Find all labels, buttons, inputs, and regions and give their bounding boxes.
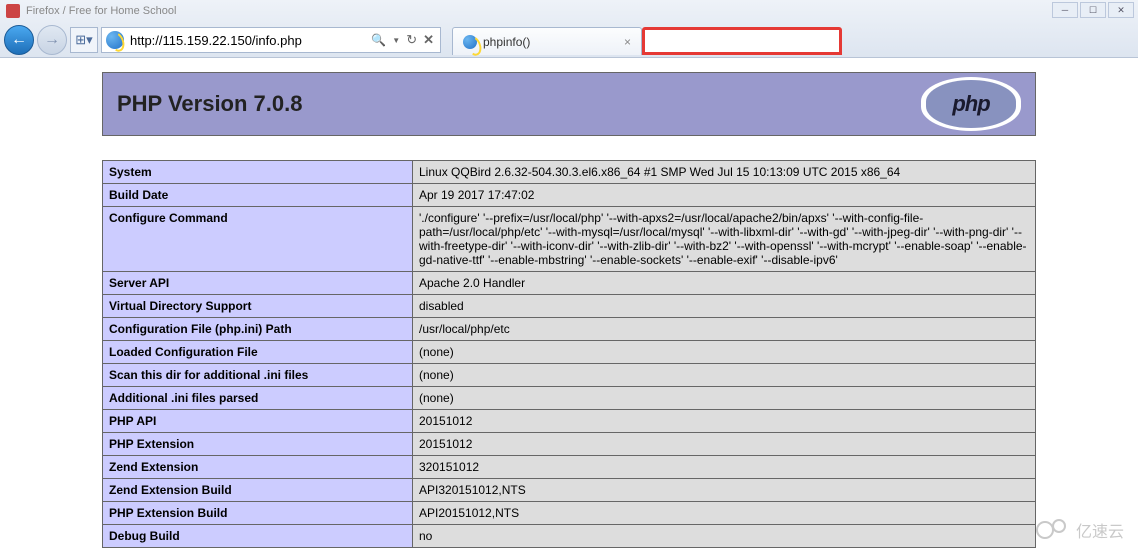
table-value: Linux QQBird 2.6.32-504.30.3.el6.x86_64 … [413, 161, 1036, 184]
table-row: Server APIApache 2.0 Handler [103, 272, 1036, 295]
tab-title: phpinfo() [483, 35, 618, 49]
table-key: Loaded Configuration File [103, 341, 413, 364]
table-key: Build Date [103, 184, 413, 207]
address-bar[interactable]: 🔍 ▼ ↻ ✕ [101, 27, 441, 53]
table-value: API20151012,NTS [413, 502, 1036, 525]
table-row: Additional .ini files parsed(none) [103, 387, 1036, 410]
php-logo: php [921, 77, 1021, 131]
table-row: Debug Buildno [103, 525, 1036, 548]
search-icon[interactable]: 🔍 [371, 33, 386, 47]
url-dropdown-icon[interactable]: ▼ [392, 36, 400, 45]
table-row: Loaded Configuration File(none) [103, 341, 1036, 364]
ie-icon [106, 31, 124, 49]
table-key: Zend Extension Build [103, 479, 413, 502]
table-value: 20151012 [413, 410, 1036, 433]
app-icon [6, 4, 20, 18]
table-value: API320151012,NTS [413, 479, 1036, 502]
table-row: Build DateApr 19 2017 17:47:02 [103, 184, 1036, 207]
page-content: PHP Version 7.0.8 php SystemLinux QQBird… [0, 58, 1138, 548]
table-value: (none) [413, 387, 1036, 410]
back-arrow-icon: ← [11, 31, 27, 49]
minimize-button[interactable]: ─ [1052, 2, 1078, 18]
table-row: Virtual Directory Supportdisabled [103, 295, 1036, 318]
table-key: Scan this dir for additional .ini files [103, 364, 413, 387]
table-key: System [103, 161, 413, 184]
table-key: PHP API [103, 410, 413, 433]
table-row: SystemLinux QQBird 2.6.32-504.30.3.el6.x… [103, 161, 1036, 184]
back-button[interactable]: ← [4, 25, 34, 55]
maximize-button[interactable]: ☐ [1080, 2, 1106, 18]
table-row: Zend Extension320151012 [103, 456, 1036, 479]
table-key: Zend Extension [103, 456, 413, 479]
phpinfo-header: PHP Version 7.0.8 php [102, 72, 1036, 136]
refresh-icon[interactable]: ↻ [406, 32, 417, 48]
table-row: Zend Extension BuildAPI320151012,NTS [103, 479, 1036, 502]
compat-view-button[interactable]: ⊞▾ [70, 27, 98, 53]
table-row: PHP API20151012 [103, 410, 1036, 433]
table-key: Virtual Directory Support [103, 295, 413, 318]
php-version-title: PHP Version 7.0.8 [117, 91, 302, 117]
table-value: (none) [413, 341, 1036, 364]
table-value: 320151012 [413, 456, 1036, 479]
table-key: Additional .ini files parsed [103, 387, 413, 410]
nav-toolbar: ← → ⊞▾ 🔍 ▼ ↻ ✕ phpinfo() × [0, 22, 1138, 58]
watermark-text: 亿速云 [1076, 518, 1124, 542]
table-row: Configure Command'./configure' '--prefix… [103, 207, 1036, 272]
phpinfo-table: SystemLinux QQBird 2.6.32-504.30.3.el6.x… [102, 160, 1036, 548]
table-value: (none) [413, 364, 1036, 387]
table-value: no [413, 525, 1036, 548]
table-key: Server API [103, 272, 413, 295]
table-value: Apr 19 2017 17:47:02 [413, 184, 1036, 207]
tab-highlighted-empty[interactable] [642, 27, 842, 55]
url-input[interactable] [128, 29, 365, 51]
window-title-text: Firefox / Free for Home School [26, 5, 176, 17]
forward-arrow-icon: → [44, 31, 60, 49]
php-logo-text: php [952, 91, 989, 117]
table-value: disabled [413, 295, 1036, 318]
table-key: Debug Build [103, 525, 413, 548]
forward-button[interactable]: → [37, 25, 67, 55]
stop-icon[interactable]: ✕ [423, 32, 434, 48]
table-row: PHP Extension20151012 [103, 433, 1036, 456]
table-row: Configuration File (php.ini) Path/usr/lo… [103, 318, 1036, 341]
table-value: Apache 2.0 Handler [413, 272, 1036, 295]
table-key: Configure Command [103, 207, 413, 272]
phpinfo-container: PHP Version 7.0.8 php SystemLinux QQBird… [102, 72, 1036, 548]
table-key: Configuration File (php.ini) Path [103, 318, 413, 341]
tab-strip: phpinfo() × [452, 25, 842, 55]
window-title-bar: Firefox / Free for Home School ─ ☐ ✕ [0, 0, 1138, 22]
watermark: 亿速云 [1036, 518, 1124, 542]
browser-chrome: Firefox / Free for Home School ─ ☐ ✕ ← →… [0, 0, 1138, 58]
table-row: Scan this dir for additional .ini files(… [103, 364, 1036, 387]
tab-phpinfo[interactable]: phpinfo() × [452, 27, 642, 55]
table-key: PHP Extension Build [103, 502, 413, 525]
table-value: /usr/local/php/etc [413, 318, 1036, 341]
php-logo-inner: php [926, 80, 1016, 128]
tab-close-icon[interactable]: × [624, 35, 631, 49]
url-suffix-controls: 🔍 ▼ ↻ ✕ [365, 32, 440, 48]
table-value: './configure' '--prefix=/usr/local/php' … [413, 207, 1036, 272]
compat-icon: ⊞▾ [75, 32, 92, 48]
tab-favicon-icon [463, 35, 477, 49]
table-row: PHP Extension BuildAPI20151012,NTS [103, 502, 1036, 525]
watermark-icon [1036, 519, 1070, 541]
close-button[interactable]: ✕ [1108, 2, 1134, 18]
window-controls: ─ ☐ ✕ [1052, 2, 1134, 18]
table-value: 20151012 [413, 433, 1036, 456]
table-key: PHP Extension [103, 433, 413, 456]
